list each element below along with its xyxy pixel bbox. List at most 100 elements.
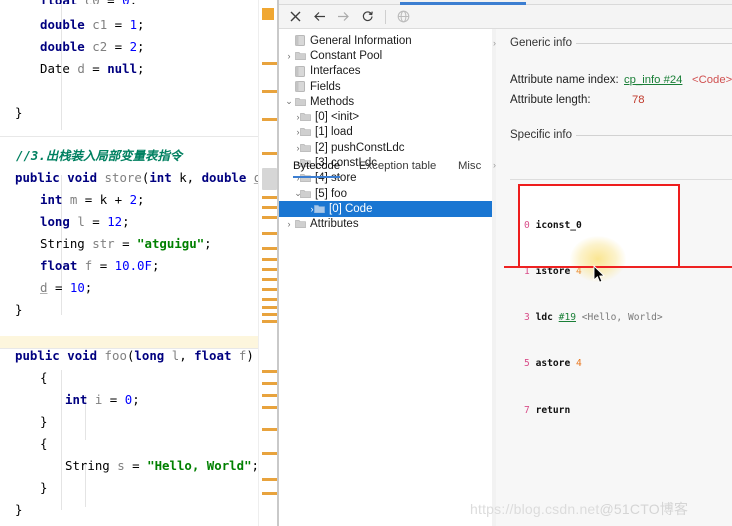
gutter-marker[interactable] <box>262 288 277 291</box>
gutter-marker[interactable] <box>262 298 277 301</box>
tree-item-code-attribute[interactable]: › [0] Code <box>279 201 492 217</box>
gutter-marker[interactable] <box>262 152 277 155</box>
tabs-baseline <box>510 179 732 180</box>
gutter-marker-box[interactable] <box>262 8 274 20</box>
tree-item-label: Fields <box>310 80 341 93</box>
chevron-right-icon[interactable]: › <box>281 127 300 137</box>
tree-item-label: [1] load <box>315 126 353 139</box>
tree-item-attributes[interactable]: › Attributes <box>279 217 492 232</box>
close-icon[interactable] <box>285 7 306 27</box>
chevron-right-icon[interactable]: › <box>281 112 300 122</box>
bytecode-offset: 3 <box>524 312 530 324</box>
back-arrow-icon[interactable] <box>309 7 330 27</box>
gutter-marker[interactable] <box>262 313 277 316</box>
gutter-marker[interactable] <box>262 382 277 385</box>
gutter-marker[interactable] <box>262 216 277 219</box>
attribute-name-index-label: Attribute name index: <box>510 74 619 86</box>
gutter-marker[interactable] <box>262 306 277 309</box>
gutter-marker[interactable] <box>262 320 277 323</box>
file-icon <box>293 35 307 47</box>
watermark-url-text: https://blog.csdn.net <box>470 501 600 517</box>
attribute-name-index-value[interactable]: cp_info #24 <box>624 74 682 86</box>
tree-item-fields[interactable]: Fields <box>279 79 492 94</box>
attribute-length-label: Attribute length: <box>510 94 591 106</box>
folder-icon <box>293 219 307 229</box>
reload-icon[interactable] <box>357 7 378 27</box>
gutter-marker[interactable] <box>262 258 277 261</box>
toolbar-separator <box>385 9 386 24</box>
gutter-marker[interactable] <box>262 370 277 373</box>
generic-info-rule <box>576 43 732 44</box>
tab-misc[interactable]: Misc <box>458 160 481 176</box>
toolbar <box>279 5 732 29</box>
gutter-marker[interactable] <box>262 452 277 455</box>
watermark-url: https://blog.csdn.net@51CTO博客 <box>470 499 730 521</box>
chevron-down-icon[interactable]: ⌄ <box>281 96 293 107</box>
specific-info-heading: Specific info <box>510 129 578 141</box>
gutter-marker[interactable] <box>262 268 277 271</box>
gutter-marker[interactable] <box>262 406 277 409</box>
tree-item-label: [0] <init> <box>315 111 360 124</box>
tree-item-methods[interactable]: ⌄ Methods <box>279 94 492 109</box>
chevron-down-icon[interactable]: ⌄ <box>281 188 302 199</box>
gutter-marker[interactable] <box>262 492 277 495</box>
bytecode-opcode[interactable]: iconst_0 <box>536 220 582 231</box>
gutter-marker[interactable] <box>262 278 277 281</box>
folder-icon <box>298 143 312 153</box>
tree-item-constant-pool[interactable]: › Constant Pool <box>279 48 492 63</box>
tree-item-method-init[interactable]: › [0] <init> <box>279 109 492 124</box>
gutter-marker[interactable] <box>262 247 277 250</box>
bytecode-row[interactable]: 3 ldc #19 <Hello, World> <box>524 310 684 325</box>
tree-item-label: Interfaces <box>310 65 361 78</box>
gutter-marker[interactable] <box>262 90 277 93</box>
tree-item-method-pushconstldc[interactable]: › [2] pushConstLdc <box>279 140 492 155</box>
bytecode-listing[interactable]: 0 iconst_0 1 istore 4 3 ldc #19 <Hello, … <box>524 187 684 449</box>
class-structure-tree[interactable]: General Information › Constant Pool Inte… <box>279 29 492 526</box>
file-icon <box>293 65 307 77</box>
bytecode-argument: 4 <box>576 358 582 370</box>
gutter-marker[interactable] <box>262 394 277 397</box>
tab-bytecode[interactable]: Bytecode <box>293 160 341 178</box>
tab-exception-table[interactable]: Exception table <box>359 160 436 176</box>
gutter-marker[interactable] <box>262 232 277 235</box>
tree-item-label: [5] foo <box>315 187 347 200</box>
tree-item-label: [0] Code <box>329 202 373 215</box>
tree-item-general-information[interactable]: General Information <box>279 33 492 48</box>
bytecode-row[interactable]: 0 iconst_0 <box>524 218 684 233</box>
editor-source-text[interactable]: float c0 = 0; double c1 = 1; double c2 =… <box>0 0 279 526</box>
folder-icon <box>298 127 312 137</box>
bytecode-row[interactable]: 7 return <box>524 403 684 418</box>
gutter-marker[interactable] <box>262 428 277 431</box>
gutter-marker[interactable] <box>262 118 277 121</box>
bytecode-constant-ref[interactable]: #19 <box>559 312 576 323</box>
tree-item-label: [2] pushConstLdc <box>315 141 405 154</box>
specific-info-rule <box>576 135 732 136</box>
chevron-right-icon[interactable]: › <box>281 51 293 61</box>
bytecode-opcode[interactable]: astore <box>536 358 571 369</box>
tree-item-method-foo[interactable]: ⌄ [5] foo <box>279 186 492 201</box>
gutter-marker[interactable] <box>262 478 277 481</box>
watermark-handle-text: @51CTO博客 <box>599 501 689 517</box>
bytecode-opcode[interactable]: ldc <box>536 312 553 323</box>
detail-tabs[interactable]: Bytecode Exception table Misc <box>293 160 515 180</box>
tree-item-interfaces[interactable]: Interfaces <box>279 64 492 79</box>
folder-icon <box>312 204 326 214</box>
gutter-marker[interactable] <box>262 196 277 199</box>
bytecode-opcode[interactable]: return <box>536 405 571 416</box>
forward-arrow-icon[interactable] <box>333 7 354 27</box>
chevron-right-icon[interactable]: › <box>281 143 300 153</box>
bytecode-comment: <Hello, World> <box>581 312 663 324</box>
editor-scrollbar-thumb[interactable] <box>262 168 277 190</box>
gutter-marker[interactable] <box>262 206 277 209</box>
chevron-right-icon[interactable]: › <box>281 204 314 214</box>
tree-item-method-load[interactable]: › [1] load <box>279 125 492 140</box>
bytecode-offset: 0 <box>524 219 530 231</box>
gutter-marker[interactable] <box>262 62 277 65</box>
editor-marker-gutter[interactable] <box>258 0 279 526</box>
tree-item-label: Constant Pool <box>310 49 383 62</box>
globe-icon[interactable] <box>393 7 414 27</box>
code-editor-panel[interactable]: float c0 = 0; double c1 = 1; double c2 =… <box>0 0 279 526</box>
bytecode-row[interactable]: 5 astore 4 <box>524 356 684 371</box>
chevron-right-icon[interactable]: › <box>281 219 293 229</box>
folder-icon <box>293 51 307 61</box>
